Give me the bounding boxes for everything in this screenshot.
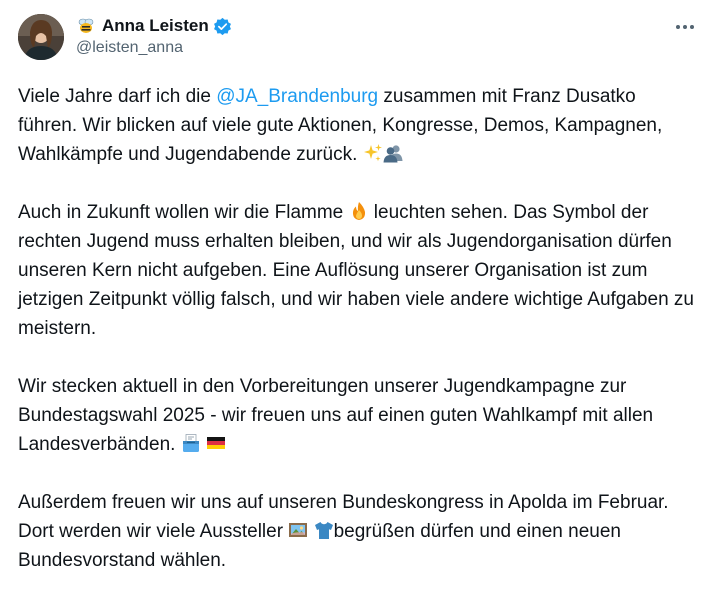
people-icon <box>383 143 403 163</box>
ballot-box-icon <box>181 433 201 453</box>
author-handle[interactable]: @leisten_anna <box>76 37 232 59</box>
paragraph-4: Außerdem freuen wir uns auf unseren Bund… <box>18 488 698 575</box>
paragraph-3: Wir stecken aktuell in den Vorbereitunge… <box>18 372 698 459</box>
fire-icon <box>349 201 369 221</box>
tweet-text: Viele Jahre darf ich die @JA_Brandenburg… <box>18 82 698 592</box>
sparkles-icon <box>363 143 383 163</box>
author-names: Anna Leisten @leisten_anna <box>76 15 232 59</box>
germany-flag-icon <box>206 433 226 453</box>
p3-text: Wir stecken aktuell in den Vorbereitunge… <box>18 376 654 455</box>
p2-text-before: Auch in Zukunft wollen wir die Flamme <box>18 202 349 223</box>
mention-link[interactable]: @JA_Brandenburg <box>216 86 378 107</box>
author-name-row[interactable]: Anna Leisten <box>76 15 232 37</box>
avatar[interactable] <box>18 14 64 60</box>
framed-picture-icon <box>288 520 308 540</box>
bee-icon <box>76 16 96 36</box>
tweet-card: Anna Leisten @leisten_anna Viele Jahre d… <box>0 0 712 592</box>
paragraph-1: Viele Jahre darf ich die @JA_Brandenburg… <box>18 82 698 169</box>
author-display-name[interactable]: Anna Leisten <box>102 15 209 37</box>
p1-text-before: Viele Jahre darf ich die <box>18 86 217 107</box>
verified-badge-icon[interactable] <box>213 17 232 36</box>
tshirt-icon <box>314 520 334 540</box>
more-options-icon[interactable] <box>674 18 696 36</box>
paragraph-2: Auch in Zukunft wollen wir die Flamme le… <box>18 198 698 343</box>
tweet-header: Anna Leisten @leisten_anna <box>18 14 232 60</box>
